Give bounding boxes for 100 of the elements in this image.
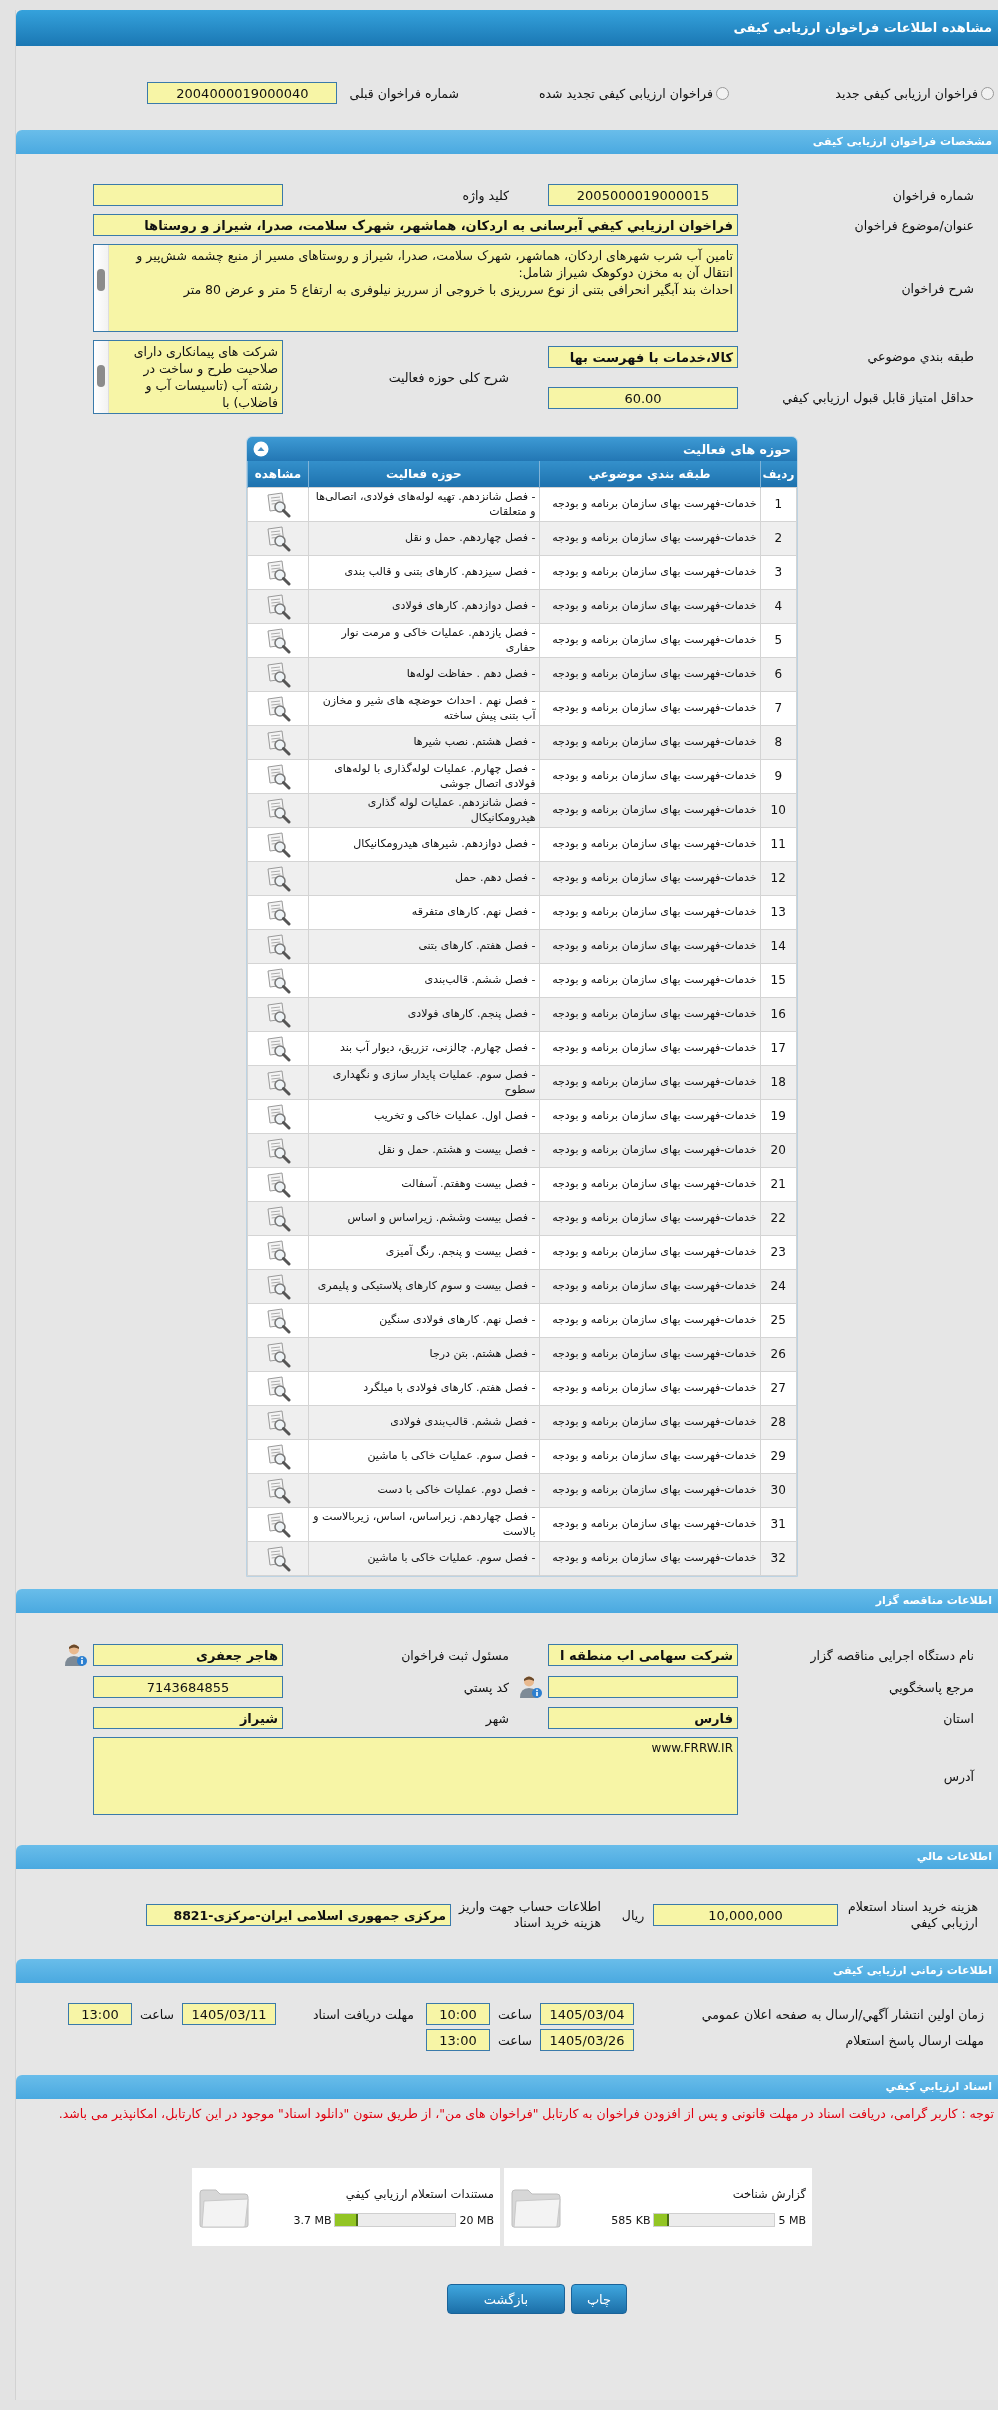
view-details-icon[interactable] xyxy=(265,1477,291,1504)
description-textarea[interactable]: تامین آب شرب شهرهای اردکان، هماشهر، شهرک سلامت، صدرا، شیراز و روستاهای مسیر از منبع چشمه شش‌پیر و انتقال آن به مخزن دوکوهک شیراز شامل: احداث بند آبگیر انحرافی بتنی از نوع سرریزی با خروجی از سرریز نیلوفری به ارتفاع 5 متر و عرض 80 متر xyxy=(93,244,738,332)
table-cell: 20 xyxy=(760,1133,797,1168)
date-field[interactable]: 1405/03/11 xyxy=(182,2003,276,2025)
table-cell: 22 xyxy=(760,1201,797,1236)
print-button[interactable]: چاپ xyxy=(571,2284,627,2314)
user-info-icon[interactable] xyxy=(63,1643,88,1667)
size-limit: 20 MB xyxy=(459,2213,494,2227)
address-textarea[interactable]: www.FRRW.IR xyxy=(93,1737,738,1815)
view-details-icon[interactable] xyxy=(265,763,291,790)
time-field[interactable]: 10:00 xyxy=(426,2003,490,2025)
view-details-icon[interactable] xyxy=(265,1103,291,1130)
reference-field[interactable] xyxy=(548,1676,738,1698)
table-cell: - فصل ششم. قالب‌بندی xyxy=(308,963,539,998)
table-cell: 24 xyxy=(760,1269,797,1304)
field-label: شرح کلی حوزه فعالیت xyxy=(387,369,510,385)
view-details-icon[interactable] xyxy=(265,559,291,586)
table-cell: خدمات-فهرست بهای سازمان برنامه و بودجه xyxy=(539,1269,760,1304)
table-cell: - فصل چهاردهم. حمل و نقل xyxy=(308,521,539,556)
view-details-icon[interactable] xyxy=(265,865,291,892)
view-details-icon[interactable] xyxy=(265,1035,291,1062)
field-label: شهر xyxy=(484,1710,510,1726)
scrollbar xyxy=(94,341,109,413)
table-cell: 15 xyxy=(760,963,797,998)
view-details-icon[interactable] xyxy=(265,695,291,722)
view-details-icon[interactable] xyxy=(265,1409,291,1436)
view-details-icon[interactable] xyxy=(265,797,291,824)
date-field[interactable]: 1405/03/26 xyxy=(540,2029,634,2051)
view-details-icon[interactable] xyxy=(265,1239,291,1266)
category-field[interactable]: کالا،خدمات با فهرست بها xyxy=(548,345,738,368)
table-cell: 7 xyxy=(760,691,797,726)
fee-field[interactable]: 10,000,000 xyxy=(653,1904,838,1926)
organization-field[interactable]: شرکت سهامی اب منطقه ا xyxy=(548,1644,738,1666)
table-cell: - فصل یازدهم. عملیات خاکی و مرمت نوار حفاری xyxy=(308,623,539,658)
view-details-icon[interactable] xyxy=(265,1375,291,1402)
view-details-icon[interactable] xyxy=(265,967,291,994)
table-cell: خدمات-فهرست بهای سازمان برنامه و بودجه xyxy=(539,691,760,726)
field-label: شماره فراخوان xyxy=(891,187,975,203)
view-details-icon[interactable] xyxy=(265,525,291,552)
view-details-icon[interactable] xyxy=(265,1171,291,1198)
city-field[interactable]: شیراز xyxy=(93,1707,283,1729)
account-field[interactable]: مرکزی جمهوری اسلامی ایران-مرکزی-8821 xyxy=(146,1904,451,1926)
view-details-icon[interactable] xyxy=(265,661,291,688)
table-cell: 9 xyxy=(760,759,797,794)
section-header: مشخصات فراخوان ارزیابی کیفی xyxy=(16,130,998,154)
time-field[interactable]: 13:00 xyxy=(68,2003,132,2025)
radio-button[interactable] xyxy=(981,86,994,100)
view-details-icon[interactable] xyxy=(265,729,291,756)
table-cell: 31 xyxy=(760,1507,797,1542)
view-details-icon[interactable] xyxy=(265,1511,291,1538)
table-cell: خدمات-فهرست بهای سازمان برنامه و بودجه xyxy=(539,1167,760,1202)
table-cell: خدمات-فهرست بهای سازمان برنامه و بودجه xyxy=(539,1065,760,1100)
view-details-icon[interactable] xyxy=(265,1341,291,1368)
table-cell: - فصل سوم. عملیات خاکی با ماشین xyxy=(308,1439,539,1474)
back-button[interactable]: بازگشت xyxy=(447,2284,565,2314)
file-name: گزارش شناخت xyxy=(731,2187,806,2201)
field-label: مرجع پاسخگويي xyxy=(887,1679,975,1695)
table-cell: - فصل نهم . احداث حوضچه های شیر و مخازن آب بتنی پیش ساخته xyxy=(308,691,539,726)
radio-button[interactable] xyxy=(716,86,729,100)
registrar-field[interactable]: هاجر جعفری xyxy=(93,1644,283,1666)
keyword-field[interactable] xyxy=(93,184,283,206)
call-number-field[interactable]: 2005000019000015 xyxy=(548,184,738,206)
panel-title: حوزه های فعالیت xyxy=(683,441,791,457)
view-details-icon[interactable] xyxy=(265,1545,291,1572)
date-field[interactable]: 1405/03/04 xyxy=(540,2003,634,2025)
postal-code-field[interactable]: 7143684855 xyxy=(93,1676,283,1698)
table-cell: خدمات-فهرست بهای سازمان برنامه و بودجه xyxy=(539,827,760,862)
view-details-icon[interactable] xyxy=(265,1443,291,1470)
table-cell: 16 xyxy=(760,997,797,1032)
view-details-icon[interactable] xyxy=(265,1273,291,1300)
view-details-icon[interactable] xyxy=(265,1137,291,1164)
view-details-icon[interactable] xyxy=(265,1205,291,1232)
view-details-icon[interactable] xyxy=(265,1001,291,1028)
view-details-icon[interactable] xyxy=(265,831,291,858)
table-cell: خدمات-فهرست بهای سازمان برنامه و بودجه xyxy=(539,1507,760,1542)
table-cell: - فصل شانزدهم. عملیات لوله گذاری هیدرومکانیکال xyxy=(308,793,539,828)
time-field[interactable]: 13:00 xyxy=(426,2029,490,2051)
field-label: استان xyxy=(942,1710,975,1726)
view-details-icon[interactable] xyxy=(265,899,291,926)
table-cell: - فصل بیست وهفتم. آسفالت xyxy=(308,1167,539,1202)
table-cell: 11 xyxy=(760,827,797,862)
activity-scope-textarea[interactable]: شرکت های پیمانکاری دارای صلاحیت طرح و ساخت در رشته آب (تاسیسات آب و فاضلاب) با xyxy=(93,340,283,414)
collapse-icon[interactable] xyxy=(253,441,269,457)
table-cell: خدمات-فهرست بهای سازمان برنامه و بودجه xyxy=(539,1201,760,1236)
view-details-icon[interactable] xyxy=(265,1069,291,1096)
previous-call-number-field[interactable]: 2004000019000040 xyxy=(147,82,338,104)
province-field[interactable]: فارس xyxy=(548,1707,738,1729)
table-cell: - فصل چهارم. چالزنی، تزریق، دیوار آب بند xyxy=(308,1031,539,1066)
table-cell: - فصل دهم . حفاظت لوله‌ها xyxy=(308,657,539,692)
view-details-icon[interactable] xyxy=(265,491,291,518)
table-cell: خدمات-فهرست بهای سازمان برنامه و بودجه xyxy=(539,1473,760,1508)
view-details-icon[interactable] xyxy=(265,593,291,620)
view-details-icon[interactable] xyxy=(265,1307,291,1334)
subject-field[interactable]: فراخوان ارزيابي کيفي آبرسانی به اردکان، هماشهر، شهرک سلامت، صدرا، شیراز و روستاها xyxy=(93,214,738,236)
view-details-icon[interactable] xyxy=(265,627,291,654)
view-details-icon[interactable] xyxy=(265,933,291,960)
section-header: اسناد ارزيابي کيفي xyxy=(16,2075,998,2099)
min-score-field[interactable]: 60.00 xyxy=(548,386,738,409)
table-cell: - فصل نهم. کارهای متفرقه xyxy=(308,895,539,930)
user-info-icon[interactable] xyxy=(518,1675,543,1699)
